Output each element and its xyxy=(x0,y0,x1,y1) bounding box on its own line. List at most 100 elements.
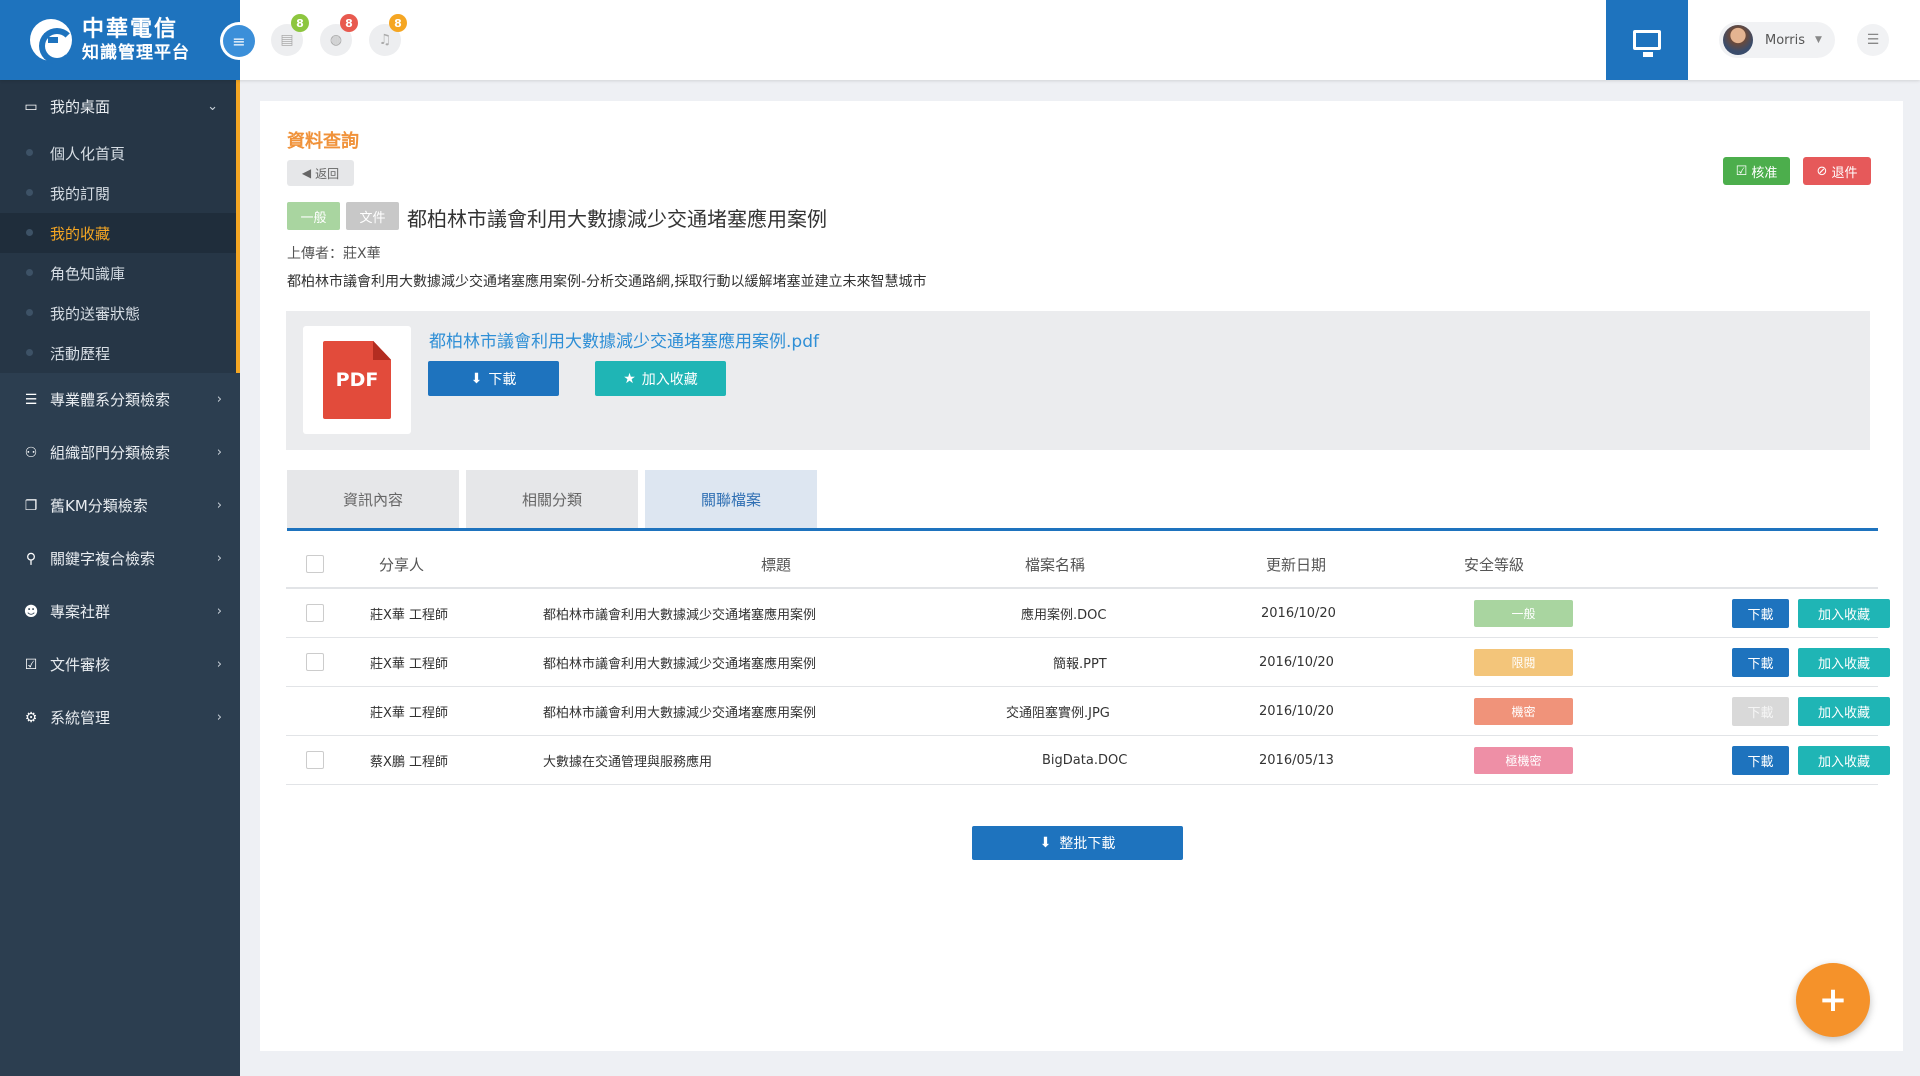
top-bar: 中華電信 知識管理平台 ≡ ▤ 8 ◍ 8 ♫ 8 Morris ▼ ☰ xyxy=(0,0,1920,80)
header-title: 標題 xyxy=(761,555,792,574)
tab-related-files[interactable]: 關聯檔案 xyxy=(645,470,817,528)
sidebar-item-org-search[interactable]: ⚇ 組織部門分類檢索 › xyxy=(0,426,240,479)
row-title: 都柏林市議會利用大數據減少交通堵塞應用案例 xyxy=(543,705,817,721)
table-row: 莊X華 工程師 都柏林市議會利用大數據減少交通堵塞應用案例 簡報.PPT 201… xyxy=(286,638,1890,687)
section-title: 資料查詢 xyxy=(287,131,359,152)
select-all-checkbox[interactable] xyxy=(306,555,324,573)
row-title: 大數據在交通管理與服務應用 xyxy=(543,754,713,770)
sidebar-sub-favorites[interactable]: 我的收藏 xyxy=(0,213,240,253)
chevron-right-icon: › xyxy=(216,445,222,460)
sidebar: ▭ 我的桌面 ⌄ 個人化首頁 我的訂閱 我的收藏 角色知識庫 我的送審狀態 活動… xyxy=(0,80,240,1076)
ban-icon: ⊘ xyxy=(1816,163,1828,179)
document-badge: 8 xyxy=(291,14,309,32)
sidebar-item-document-review[interactable]: ☑ 文件審核 › xyxy=(0,638,240,691)
row-download-button[interactable]: 下載 xyxy=(1732,647,1789,677)
row-sharer: 蔡X鵬 工程師 xyxy=(370,754,449,770)
files-icon: ❐ xyxy=(24,497,38,514)
row-download-button-disabled: 下載 xyxy=(1732,696,1789,726)
document-notification-button[interactable]: ▤ 8 xyxy=(271,14,309,56)
row-favorite-button[interactable]: 加入收藏 xyxy=(1798,696,1890,726)
sidebar-item-label: 專業體系分類檢索 xyxy=(50,391,171,409)
plus-icon: + xyxy=(1818,980,1848,1020)
globe-notification-button[interactable]: ◍ 8 xyxy=(320,14,358,56)
row-sharer: 莊X華 工程師 xyxy=(370,607,449,623)
monitor-icon xyxy=(1633,30,1661,57)
row-security-badge: 限閱 xyxy=(1474,648,1573,676)
sidebar-item-label: 關鍵字複合檢索 xyxy=(50,550,156,568)
row-download-button[interactable]: 下載 xyxy=(1732,745,1789,775)
user-menu[interactable]: Morris ▼ xyxy=(1719,22,1835,58)
row-checkbox[interactable] xyxy=(306,604,324,622)
globe-badge: 8 xyxy=(340,14,358,32)
list-view-button[interactable]: ☰ xyxy=(1857,24,1889,56)
add-favorite-button[interactable]: ★ 加入收藏 xyxy=(595,361,726,396)
back-button[interactable]: ◀ 返回 xyxy=(287,160,354,186)
row-security-badge: 一般 xyxy=(1474,599,1573,627)
attachment-box: PDF 都柏林市議會利用大數據減少交通堵塞應用案例.pdf ⬇ 下載 ★ 加入收… xyxy=(286,311,1870,450)
sidebar-item-label: 文件審核 xyxy=(50,656,111,674)
chevron-right-icon: › xyxy=(216,498,222,513)
user-name: Morris xyxy=(1765,32,1806,48)
row-sharer: 莊X華 工程師 xyxy=(370,705,449,721)
download-icon: ⬇ xyxy=(470,370,483,387)
sidebar-item-desktop[interactable]: ▭ 我的桌面 ⌄ xyxy=(0,80,240,133)
desktop-view-button[interactable] xyxy=(1606,0,1688,80)
tab-related-categories[interactable]: 相關分類 xyxy=(466,470,638,528)
sidebar-item-old-km-search[interactable]: ❐ 舊KM分類檢索 › xyxy=(0,479,240,532)
sidebar-item-project-community[interactable]: ☻ 專案社群 › xyxy=(0,585,240,638)
sidebar-sub-activity-history[interactable]: 活動歷程 xyxy=(0,333,240,373)
list-icon: ☰ xyxy=(24,391,38,408)
bell-badge: 8 xyxy=(389,14,407,32)
file-link[interactable]: 都柏林市議會利用大數據減少交通堵塞應用案例.pdf xyxy=(429,327,819,352)
content-panel: 資料查詢 ◀ 返回 ☑ 核准 ⊘ 退件 一般 文件 都柏林市議會利用大數據減少交… xyxy=(260,101,1903,1051)
users-icon: ☻ xyxy=(23,603,39,620)
search-icon: ⚲ xyxy=(25,550,37,567)
sidebar-item-label: 系統管理 xyxy=(50,709,111,727)
sidebar-sub-personal-home[interactable]: 個人化首頁 xyxy=(0,133,240,173)
gear-icon: ⚙ xyxy=(24,709,38,726)
sidebar-item-professional-search[interactable]: ☰ 專業體系分類檢索 › xyxy=(0,373,240,426)
download-icon: ⬇ xyxy=(1039,835,1052,851)
avatar xyxy=(1723,25,1753,55)
sidebar-item-label: 我的桌面 xyxy=(50,98,111,116)
sidebar-sub-role-knowledge[interactable]: 角色知識庫 xyxy=(0,253,240,293)
tab-bar: 資訊內容 相關分類 關聯檔案 xyxy=(287,470,1878,531)
sidebar-sub-review-status[interactable]: 我的送審狀態 xyxy=(0,293,240,333)
arrow-left-circle-icon: ◀ xyxy=(301,166,312,180)
table-row: 莊X華 工程師 都柏林市議會利用大數據減少交通堵塞應用案例 應用案例.DOC 2… xyxy=(286,589,1890,638)
brand[interactable]: 中華電信 知識管理平台 xyxy=(0,0,240,80)
row-download-button[interactable]: 下載 xyxy=(1732,598,1789,628)
check-square-icon: ☑ xyxy=(1735,163,1748,179)
reject-button[interactable]: ⊘ 退件 xyxy=(1803,157,1871,185)
sidebar-item-keyword-search[interactable]: ⚲ 關鍵字複合檢索 › xyxy=(0,532,240,585)
row-date: 2016/05/13 xyxy=(1259,752,1334,768)
row-checkbox[interactable] xyxy=(306,653,324,671)
hamburger-icon: ≡ xyxy=(232,31,246,51)
tab-info-content[interactable]: 資訊內容 xyxy=(287,470,459,528)
row-checkbox[interactable] xyxy=(306,751,324,769)
add-fab-button[interactable]: + xyxy=(1796,963,1870,1037)
row-favorite-button[interactable]: 加入收藏 xyxy=(1798,647,1890,677)
sidebar-item-system-admin[interactable]: ⚙ 系統管理 › xyxy=(0,691,240,744)
header-sharer: 分享人 xyxy=(379,555,425,574)
sitemap-icon: ⚇ xyxy=(24,444,38,461)
sidebar-item-label: 舊KM分類檢索 xyxy=(50,497,148,515)
pdf-thumbnail: PDF xyxy=(303,326,411,434)
menu-toggle-button[interactable]: ≡ xyxy=(223,25,255,57)
favorite-label: 加入收藏 xyxy=(641,371,698,388)
approve-button[interactable]: ☑ 核准 xyxy=(1723,157,1790,185)
pdf-icon-text: PDF xyxy=(335,369,379,391)
header-security-level: 安全等級 xyxy=(1464,555,1525,574)
reject-label: 退件 xyxy=(1831,165,1858,181)
bell-notification-button[interactable]: ♫ 8 xyxy=(369,14,407,56)
batch-download-label: 整批下載 xyxy=(1059,836,1116,852)
chevron-down-icon: ⌄ xyxy=(207,99,218,114)
row-favorite-button[interactable]: 加入收藏 xyxy=(1798,745,1890,775)
download-button[interactable]: ⬇ 下載 xyxy=(428,361,559,396)
cht-logo-icon xyxy=(30,19,75,64)
row-favorite-button[interactable]: 加入收藏 xyxy=(1798,598,1890,628)
security-tag: 一般 xyxy=(287,202,340,230)
checkbox-icon: ☑ xyxy=(24,656,38,673)
sidebar-sub-subscriptions[interactable]: 我的訂閱 xyxy=(0,173,240,213)
batch-download-button[interactable]: ⬇ 整批下載 xyxy=(972,826,1183,860)
